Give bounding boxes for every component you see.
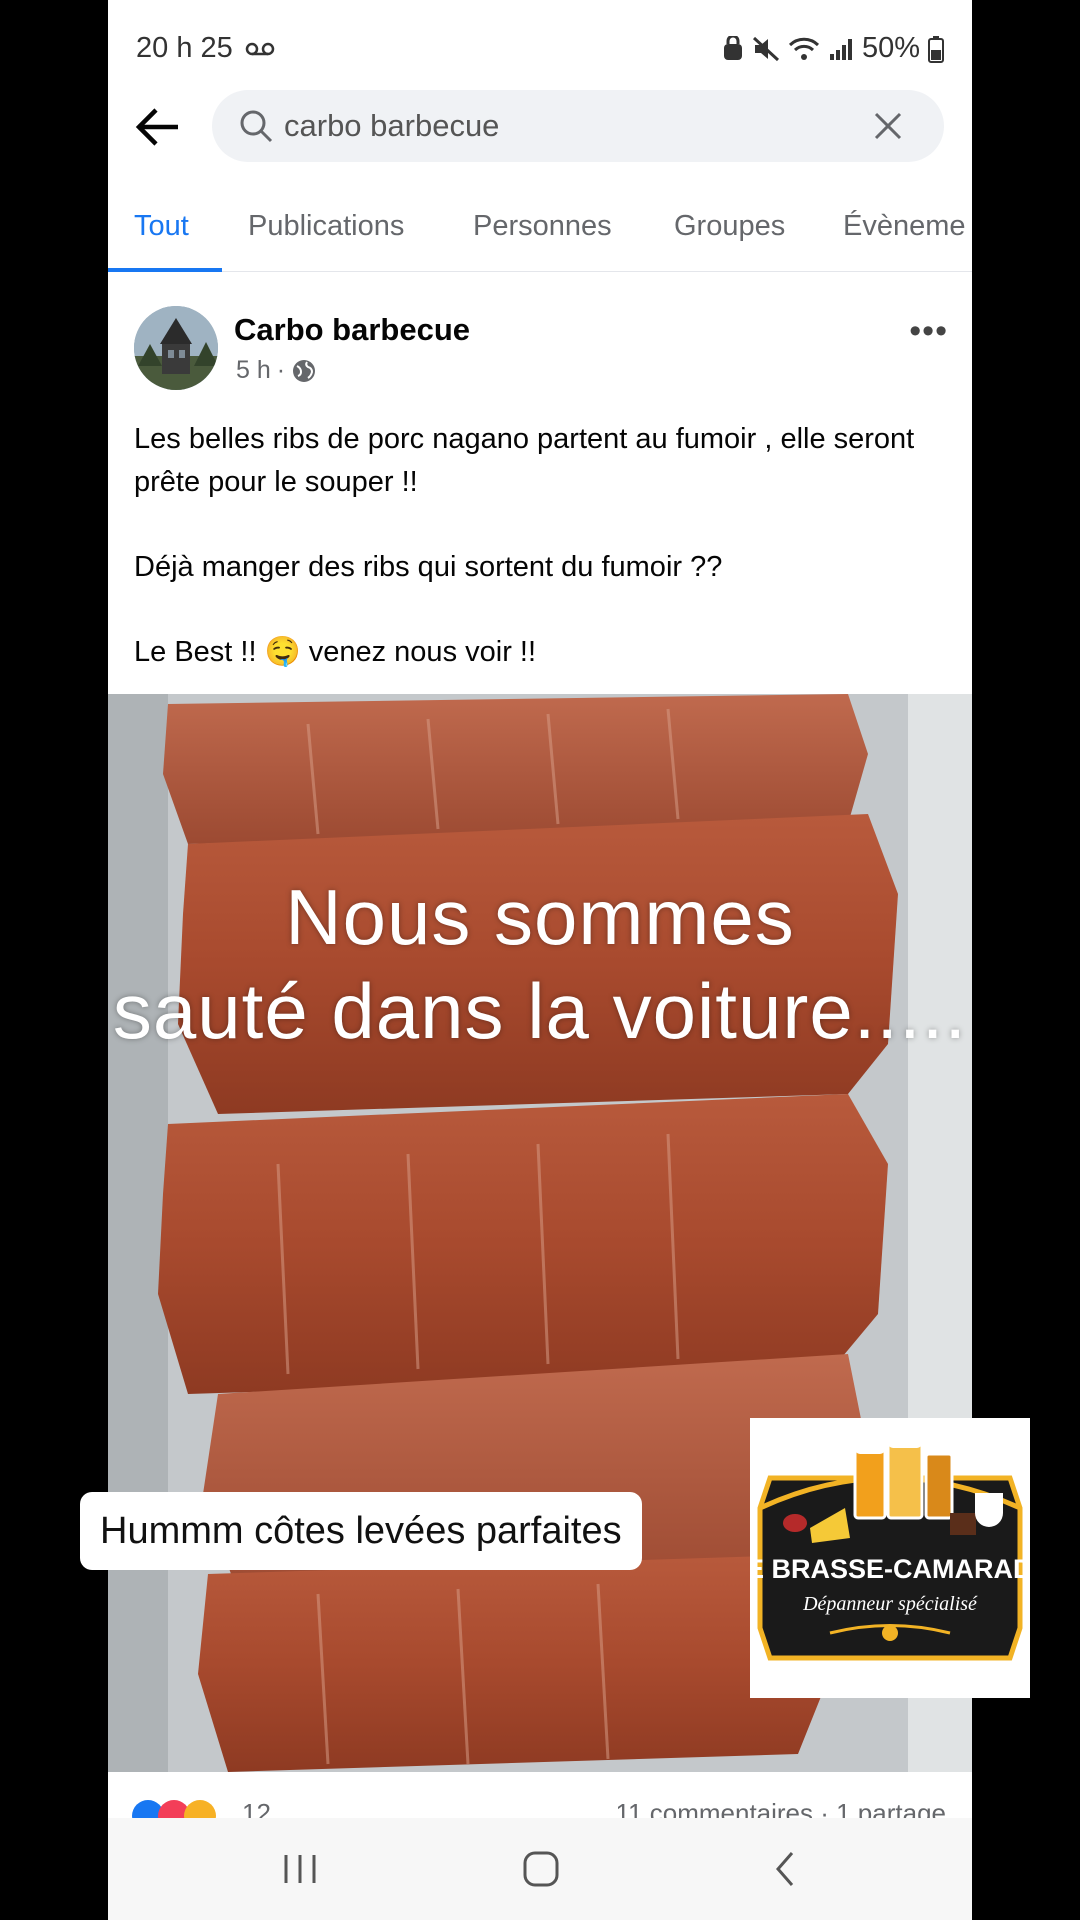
status-bar: 20 h 25 50% — [108, 0, 972, 96]
close-icon[interactable] — [872, 110, 904, 142]
recent-apps-icon — [284, 1855, 316, 1883]
arrow-left-icon — [135, 108, 178, 146]
mute-icon — [752, 36, 779, 61]
tab-all[interactable]: Tout — [134, 210, 189, 243]
avatar[interactable] — [134, 306, 218, 390]
active-tab-indicator — [108, 268, 222, 272]
logo-tagline: Dépanneur spécialisé — [802, 1593, 978, 1615]
tab-groups[interactable]: Groupes — [674, 210, 785, 243]
post-author[interactable]: Carbo barbecue — [234, 312, 470, 348]
search-tabs: Tout Publications Personnes Groupes Évèn… — [108, 196, 972, 272]
battery-percent: 50% — [861, 32, 920, 64]
signal-icon — [829, 38, 852, 60]
battery-icon — [928, 35, 944, 63]
tab-posts[interactable]: Publications — [248, 210, 404, 243]
back-button[interactable] — [132, 102, 182, 152]
search-header: carbo barbecue — [108, 90, 972, 162]
post-paragraph: Déjà manger des ribs qui sortent du fumo… — [134, 551, 723, 583]
alarm-lock-icon — [723, 35, 742, 60]
caption-line: sauté dans la voiture..... — [112, 967, 968, 1055]
post-meta: 5 h · — [236, 356, 317, 385]
home-icon — [523, 1851, 559, 1887]
search-query: carbo barbecue — [284, 108, 500, 143]
recent-apps-button[interactable] — [270, 1844, 330, 1894]
back-nav-button[interactable] — [755, 1844, 815, 1894]
voicemail-icon — [245, 43, 275, 56]
caption-line: Nous sommes — [285, 873, 795, 961]
chevron-left-icon — [776, 1852, 794, 1886]
video-caption: Nous sommes sauté dans la voiture..... — [0, 870, 1080, 1058]
meta-separator: · — [276, 356, 286, 384]
home-button[interactable] — [511, 1844, 571, 1894]
brand-logo: LE BRASSE-CAMARADE Dépanneur spécialisé — [729, 1418, 1051, 1698]
post-paragraph: Les belles ribs de porc nagano partent a… — [134, 423, 915, 498]
search-input[interactable]: carbo barbecue — [212, 90, 944, 162]
tab-people[interactable]: Personnes — [473, 210, 612, 243]
tab-events[interactable]: Évèneme — [843, 210, 966, 243]
navigation-bar — [108, 1818, 972, 1920]
status-time: 20 h 25 — [136, 32, 275, 65]
post-text: Les belles ribs de porc nagano partent a… — [134, 418, 954, 716]
post-paragraph: Le Best !! 🤤 venez nous voir !! — [134, 636, 537, 668]
search-icon — [240, 110, 273, 143]
cabin-photo — [134, 306, 218, 390]
logo-name: LE BRASSE-CAMARADE — [750, 1554, 1030, 1584]
post-time: 5 h — [236, 356, 271, 384]
status-icons: 50% — [722, 32, 944, 65]
globe-icon — [293, 359, 316, 382]
more-options-button[interactable]: ••• — [909, 312, 948, 351]
brasse-camarade-logo: LE BRASSE-CAMARADE Dépanneur spécialisé — [729, 1434, 1051, 1661]
text-sticker: Hummm côtes levées parfaites — [80, 1492, 642, 1570]
post-header: Carbo barbecue 5 h · ••• — [108, 300, 972, 400]
wifi-icon — [788, 37, 820, 60]
